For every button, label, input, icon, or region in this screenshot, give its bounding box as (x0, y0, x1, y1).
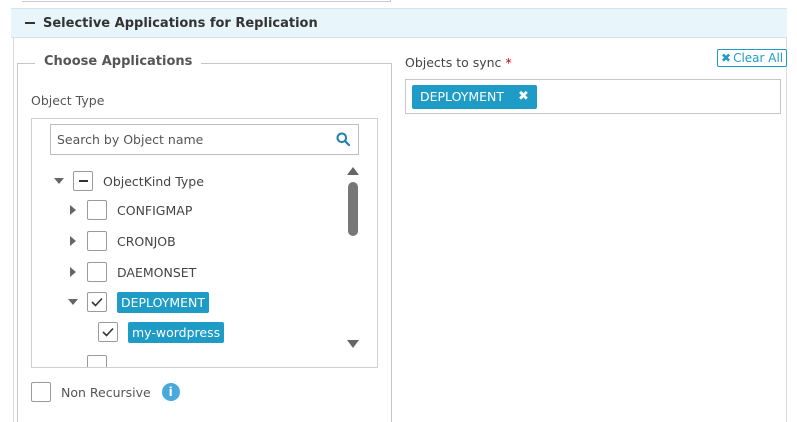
section-title: Selective Applications for Replication (43, 15, 318, 31)
close-icon[interactable]: ✖ (518, 89, 529, 104)
replication-page: Selective Applications for Replication C… (0, 0, 797, 422)
check-icon (91, 297, 103, 307)
tree-item-checkbox[interactable] (87, 231, 107, 251)
non-recursive-option[interactable]: Non Recursive i (31, 382, 180, 402)
tree-child-label: my-wordpress (128, 321, 225, 343)
selected-object-chip: DEPLOYMENT ✖ (412, 84, 537, 109)
section-header[interactable]: Selective Applications for Replication (11, 8, 787, 38)
required-marker: * (505, 55, 512, 70)
partial-check-icon (78, 180, 88, 182)
objects-to-sync-label: Objects to sync * (405, 55, 512, 70)
object-type-tree: Search by Object name ObjectKind Type CO… (31, 118, 378, 368)
object-type-label: Object Type (31, 93, 105, 108)
selected-object-label: DEPLOYMENT (420, 89, 505, 104)
tree-child-my-wordpress[interactable]: my-wordpress (98, 321, 225, 343)
caret-down-icon[interactable] (67, 296, 79, 308)
clear-all-label: Clear All (733, 51, 784, 65)
tree-item-checkbox-partial[interactable] (87, 355, 107, 367)
scroll-down-icon[interactable] (347, 340, 359, 348)
non-recursive-label: Non Recursive (61, 384, 151, 400)
non-recursive-checkbox[interactable] (31, 382, 51, 402)
tree-item-daemonset[interactable]: DAEMONSET (67, 261, 196, 283)
search-placeholder: Search by Object name (57, 132, 204, 147)
scrollbar-thumb[interactable] (348, 182, 358, 236)
close-icon: ✖ (721, 51, 732, 65)
tree-item-checkbox[interactable] (87, 292, 107, 312)
top-divider-edge (390, 0, 391, 2)
tree-child-checkbox[interactable] (98, 322, 118, 342)
clear-all-button[interactable]: ✖ Clear All (717, 49, 788, 67)
caret-right-icon[interactable] (67, 235, 79, 247)
tree-scrollbar[interactable] (346, 164, 360, 359)
tree-item-label: DAEMONSET (117, 264, 197, 280)
tree-root-row[interactable]: ObjectKind Type (53, 170, 204, 192)
tree-item-label: DEPLOYMENT (117, 291, 210, 313)
tree-item-checkbox[interactable] (87, 262, 107, 282)
check-icon (102, 327, 114, 337)
objects-to-sync-text: Objects to sync (405, 55, 502, 70)
tree-item-cronjob[interactable]: CRONJOB (67, 230, 176, 252)
caret-right-icon[interactable] (67, 204, 79, 216)
tree-item-label: CRONJOB (117, 233, 176, 249)
objects-to-sync-field[interactable]: DEPLOYMENT ✖ (405, 79, 781, 114)
caret-right-icon[interactable] (67, 266, 79, 278)
caret-down-icon[interactable] (53, 175, 65, 187)
scroll-up-icon[interactable] (347, 167, 359, 175)
search-icon[interactable] (336, 132, 350, 146)
tree-root-label: ObjectKind Type (103, 173, 204, 189)
tree-root-checkbox[interactable] (73, 171, 93, 191)
tree-item-deployment[interactable]: DEPLOYMENT (67, 291, 210, 313)
tree-item-checkbox[interactable] (87, 200, 107, 220)
choose-applications-legend: Choose Applications (35, 54, 202, 69)
search-input[interactable]: Search by Object name (50, 124, 359, 155)
tree-item-label: CONFIGMAP (117, 202, 193, 218)
minus-icon[interactable] (25, 22, 35, 24)
info-icon[interactable]: i (161, 383, 180, 401)
tree-item-configmap[interactable]: CONFIGMAP (67, 199, 192, 221)
top-divider (22, 0, 390, 2)
